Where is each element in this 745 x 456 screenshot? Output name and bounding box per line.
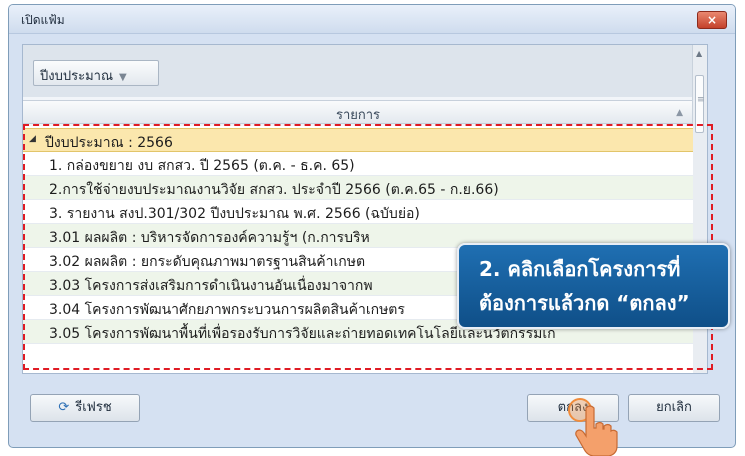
instruction-callout: 2. คลิกเลือกโครงการที่ ต้องการแล้วกด “ตก… bbox=[457, 243, 730, 329]
list-item-label: 3.04 โครงการพัฒนาศักยภาพกระบวนการผลิตสิน… bbox=[49, 302, 405, 318]
cancel-button-label: ยกเลิก bbox=[656, 400, 692, 415]
column-header-label: รายการ bbox=[335, 108, 381, 123]
pointing-hand-icon bbox=[575, 405, 618, 456]
close-button[interactable]: × bbox=[697, 11, 727, 29]
cancel-button[interactable]: ยกเลิก bbox=[628, 394, 720, 422]
group-row-label: ปีงบประมาณ : 2566 bbox=[45, 135, 173, 151]
fiscal-year-chip-label: ปีงบประมาณ bbox=[40, 69, 113, 84]
dialog-title: เปิดแฟ้ม bbox=[21, 13, 65, 27]
grip-icon: ≡ bbox=[697, 95, 705, 105]
chevron-down-icon: ▼ bbox=[119, 72, 127, 83]
list-item-label: 1. กล่องขยาย งบ สกสว. ปี 2565 (ต.ค. - ธ.… bbox=[49, 158, 355, 174]
sort-ascending-icon: ▲ bbox=[676, 108, 683, 118]
refresh-button-label: รีเฟรช bbox=[75, 400, 112, 415]
refresh-icon: ⟳ bbox=[58, 400, 70, 415]
list-item-label: 3.03 โครงการส่งเสริมการดำเนินงานอันเนื่อ… bbox=[49, 278, 373, 294]
group-panel: ปีงบประมาณ ▼ bbox=[23, 45, 693, 97]
list-item-label: 3.02 ผลผลิต : ยกระดับคุณภาพมาตรฐานสินค้า… bbox=[49, 254, 366, 270]
refresh-button[interactable]: ⟳ รีเฟรช bbox=[30, 394, 140, 422]
scroll-up-icon[interactable]: ▲ bbox=[696, 49, 702, 58]
fiscal-year-group-chip[interactable]: ปีงบประมาณ ▼ bbox=[33, 60, 159, 86]
column-header[interactable]: รายการ ▲ bbox=[23, 100, 693, 124]
collapse-triangle-icon[interactable]: ◢ bbox=[29, 134, 36, 144]
list-item[interactable]: 2.การใช้จ่ายงบประมาณงานวิจัย สกสว. ประจำ… bbox=[23, 176, 693, 200]
list-item[interactable]: 3. รายงาน สงป.301/302 ปีงบประมาณ พ.ศ. 25… bbox=[23, 200, 693, 224]
list-item[interactable]: 1. กล่องขยาย งบ สกสว. ปี 2565 (ต.ค. - ธ.… bbox=[23, 152, 693, 176]
list-item-label: 3. รายงาน สงป.301/302 ปีงบประมาณ พ.ศ. 25… bbox=[49, 206, 420, 222]
dialog-titlebar: เปิดแฟ้ม × bbox=[9, 5, 735, 34]
callout-line-1: 2. คลิกเลือกโครงการที่ bbox=[479, 257, 681, 281]
list-item-label: 3.01 ผลผลิต : บริหารจัดการองค์ความรู้ฯ (… bbox=[49, 230, 370, 246]
group-row-fiscal-year[interactable]: ◢ ปีงบประมาณ : 2566 bbox=[23, 128, 693, 152]
list-item-label: 2.การใช้จ่ายงบประมาณงานวิจัย สกสว. ประจำ… bbox=[49, 182, 499, 198]
scrollbar-thumb[interactable]: ≡ bbox=[695, 75, 705, 133]
callout-line-2: ต้องการแล้วกด “ตกลง” bbox=[479, 291, 690, 315]
